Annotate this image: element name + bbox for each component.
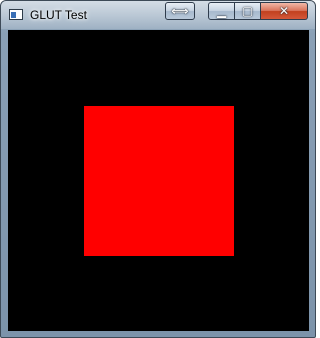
gl-canvas[interactable] [8,30,309,331]
maximize-button[interactable]: ▢ [235,2,261,20]
close-icon: ✕ [278,4,290,18]
swap-arrows-icon: ⟺ [171,4,189,18]
app-window: GLUT Test ⟺ ▁ ▢ ✕ [0,0,316,338]
swap-button[interactable]: ⟺ [165,2,195,20]
red-square [84,106,234,256]
title-bar[interactable]: GLUT Test ⟺ ▁ ▢ ✕ [1,1,315,29]
window-icon-pane [11,12,16,18]
close-button[interactable]: ✕ [261,2,308,20]
window-icon[interactable] [9,9,23,20]
maximize-icon: ▢ [241,4,254,18]
minimize-button[interactable]: ▁ [208,2,235,20]
minimize-icon: ▁ [216,4,227,18]
window-title: GLUT Test [30,8,87,22]
